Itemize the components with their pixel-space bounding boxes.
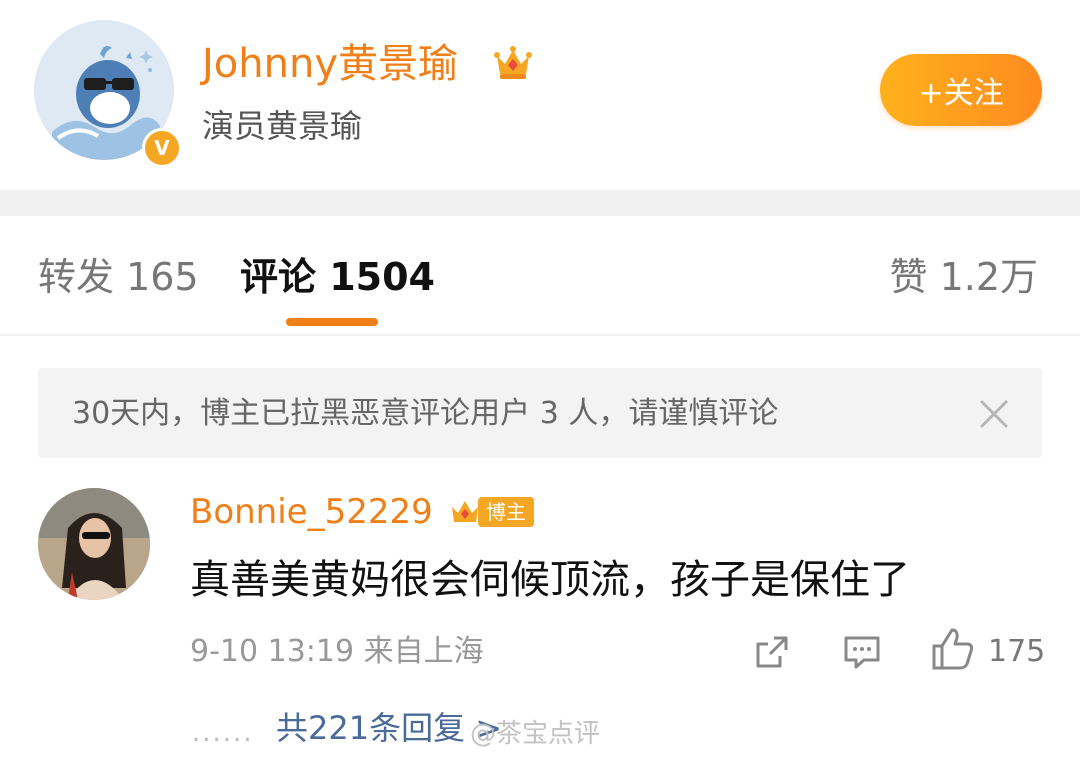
- comment-meta: 9-10 13:19 来自上海: [190, 634, 484, 669]
- reply-icon[interactable]: [842, 632, 882, 672]
- like-count: 175: [988, 634, 1046, 669]
- share-icon[interactable]: [752, 632, 792, 672]
- active-tab-indicator: [286, 318, 378, 326]
- verified-mark: V: [154, 136, 170, 160]
- like-icon[interactable]: [930, 626, 976, 672]
- commenter-name[interactable]: Bonnie_52229: [190, 490, 433, 534]
- replies-dots: ......: [192, 718, 254, 748]
- follow-button[interactable]: +关注: [880, 54, 1042, 126]
- follow-button-label: +关注: [918, 76, 1004, 111]
- author-badge-label: 博主: [478, 497, 534, 527]
- close-icon[interactable]: [976, 396, 1012, 432]
- notice-text: 30天内，博主已拉黑恶意评论用户 3 人，请谨慎评论: [72, 396, 779, 431]
- verified-badge-icon: V: [142, 128, 182, 168]
- commenter-photo-icon: [38, 488, 150, 600]
- section-divider: [0, 190, 1080, 216]
- tab-comment[interactable]: 评论 1504: [240, 252, 435, 302]
- profile-username[interactable]: Johnny黄景瑜: [202, 40, 458, 88]
- comment-text: 真善美黄妈很会伺候顶流，孩子是保住了: [190, 557, 910, 603]
- crown-icon: [494, 46, 532, 79]
- watermark: @茶宝点评: [470, 719, 601, 749]
- commenter-avatar[interactable]: [38, 488, 150, 600]
- author-badge: 博主: [448, 494, 534, 530]
- tab-repost[interactable]: 转发 165: [38, 252, 199, 302]
- tab-likes[interactable]: 赞 1.2万: [889, 252, 1038, 302]
- view-replies-link[interactable]: 共221条回复 >: [276, 704, 502, 752]
- author-crown-icon: [452, 501, 478, 522]
- tabs-divider: [0, 334, 1080, 336]
- profile-subtitle: 演员黄景瑜: [202, 107, 363, 145]
